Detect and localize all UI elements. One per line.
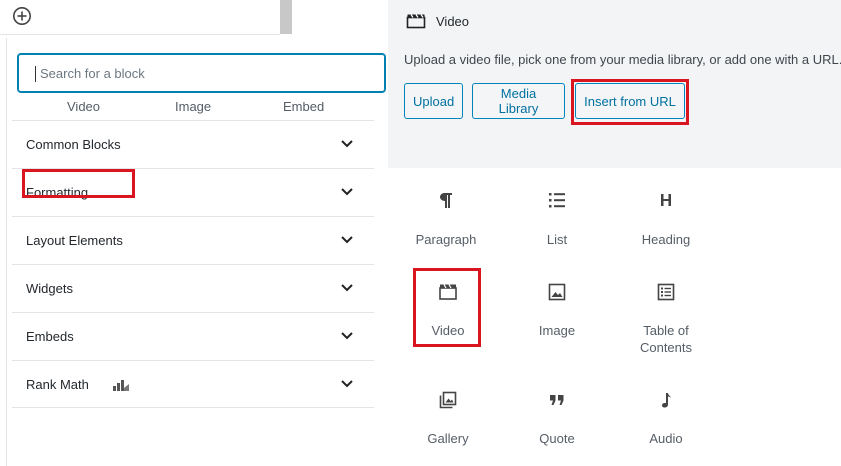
section-label: Rank Math xyxy=(26,377,89,392)
chevron-down-icon xyxy=(341,332,353,340)
top-divider xyxy=(0,34,280,35)
section-formatting[interactable]: Formatting xyxy=(12,168,374,216)
upload-button[interactable]: Upload xyxy=(404,83,463,119)
chevron-down-icon xyxy=(341,140,353,148)
section-label: Layout Elements xyxy=(26,233,123,248)
peek-item-video[interactable]: Video xyxy=(67,102,100,114)
block-tile-heading[interactable]: Heading xyxy=(610,170,722,250)
block-category-list: Common Blocks Formatting Layout Elements… xyxy=(12,120,374,408)
block-tile-image[interactable]: Image xyxy=(501,262,613,342)
block-tile-gallery[interactable]: Gallery xyxy=(392,370,504,450)
tile-label: Table of Contents xyxy=(639,323,693,355)
chevron-down-icon xyxy=(341,380,353,388)
add-block-icon[interactable] xyxy=(12,6,32,26)
placeholder-title: Video xyxy=(436,14,470,29)
scrolled-block-row: Video Image Embed xyxy=(7,102,387,118)
tile-label: Paragraph xyxy=(415,232,477,247)
search-box[interactable] xyxy=(17,53,386,93)
paragraph-icon xyxy=(440,193,452,208)
block-tile-paragraph[interactable]: Paragraph xyxy=(390,170,502,250)
quote-icon xyxy=(550,395,564,405)
image-icon xyxy=(548,283,566,301)
block-tile-audio[interactable]: Audio xyxy=(610,370,722,450)
chevron-down-icon xyxy=(341,284,353,292)
insert-from-url-button[interactable]: Insert from URL xyxy=(575,83,685,119)
tile-label: Quote xyxy=(539,431,575,446)
block-tile-table-of-contents[interactable]: Table of Contents xyxy=(610,262,722,355)
audio-icon xyxy=(662,393,671,408)
list-icon xyxy=(549,193,565,208)
tile-label: Video xyxy=(431,323,465,338)
tile-label: List xyxy=(546,232,568,247)
section-label: Widgets xyxy=(26,281,73,296)
section-common-blocks[interactable]: Common Blocks xyxy=(12,120,374,168)
tile-label: Gallery xyxy=(427,431,469,446)
media-library-button[interactable]: Media Library xyxy=(472,83,565,119)
block-tile-video[interactable]: Video xyxy=(392,262,504,342)
tile-label: Image xyxy=(538,323,576,338)
section-label: Formatting xyxy=(26,185,89,200)
block-grid: Paragraph List Heading Video Image Table… xyxy=(388,170,841,466)
peek-item-image[interactable]: Image xyxy=(175,102,211,114)
section-embeds[interactable]: Embeds xyxy=(12,312,374,360)
section-layout-elements[interactable]: Layout Elements xyxy=(12,216,374,264)
tile-label: Audio xyxy=(649,431,683,446)
chevron-down-icon xyxy=(341,188,353,196)
editor-top-strip xyxy=(0,0,386,34)
tile-label: Heading xyxy=(641,232,691,247)
gallery-icon xyxy=(439,391,457,409)
video-icon xyxy=(406,14,426,29)
video-icon xyxy=(439,284,457,300)
text-caret xyxy=(35,66,36,82)
section-label: Common Blocks xyxy=(26,137,121,152)
block-search-input[interactable] xyxy=(40,61,370,85)
table-of-contents-icon xyxy=(657,283,675,301)
chevron-down-icon xyxy=(341,236,353,244)
block-tile-list[interactable]: List xyxy=(501,170,613,250)
heading-icon xyxy=(661,194,671,206)
section-label: Embeds xyxy=(26,329,74,344)
peek-item-embed[interactable]: Embed xyxy=(283,102,324,114)
placeholder-instructions: Upload a video file, pick one from your … xyxy=(404,52,841,67)
section-rank-math[interactable]: Rank Math xyxy=(12,360,374,408)
rank-math-icon xyxy=(113,380,129,391)
block-tile-quote[interactable]: Quote xyxy=(501,370,613,450)
scrollbar[interactable] xyxy=(280,0,292,34)
video-block-placeholder: Video Upload a video file, pick one from… xyxy=(388,0,841,168)
section-widgets[interactable]: Widgets xyxy=(12,264,374,312)
